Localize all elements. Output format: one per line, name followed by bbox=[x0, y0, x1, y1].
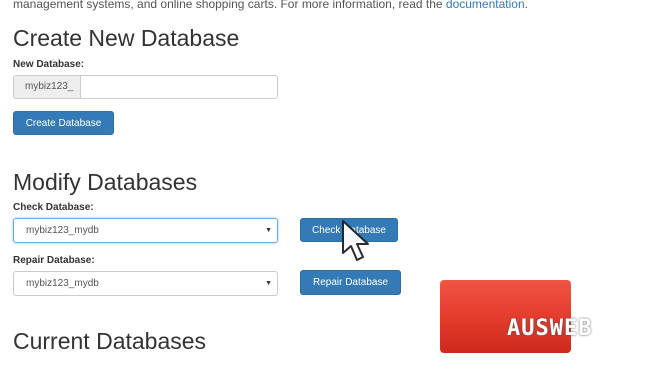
create-database-heading: Create New Database bbox=[13, 25, 240, 51]
intro-sentence: management systems, and online shopping … bbox=[13, 0, 446, 11]
repair-database-selected: mybiz123_mydb bbox=[26, 278, 99, 289]
ausweb-logo-text: AUSWEB bbox=[507, 316, 593, 341]
repair-database-label: Repair Database: bbox=[13, 255, 95, 266]
repair-database-select[interactable]: mybiz123_mydb ▼ bbox=[13, 271, 278, 296]
new-database-input[interactable] bbox=[81, 76, 277, 98]
check-database-label: Check Database: bbox=[13, 202, 94, 213]
database-prefix: mybiz123_ bbox=[14, 76, 82, 98]
intro-period: . bbox=[524, 0, 528, 11]
current-databases-heading: Current Databases bbox=[13, 328, 207, 354]
modify-databases-heading: Modify Databases bbox=[13, 169, 198, 195]
caret-down-icon: ▼ bbox=[265, 227, 272, 234]
intro-text: management systems, and online shopping … bbox=[13, 0, 528, 11]
documentation-link[interactable]: documentation bbox=[446, 0, 525, 11]
new-database-input-group: mybiz123_ bbox=[13, 75, 278, 99]
check-database-select[interactable]: mybiz123_mydb ▼ bbox=[13, 218, 278, 243]
check-database-selected: mybiz123_mydb bbox=[26, 225, 99, 236]
new-database-label: New Database: bbox=[13, 59, 85, 70]
repair-database-button[interactable]: Repair Database bbox=[300, 270, 401, 295]
caret-down-icon: ▼ bbox=[265, 280, 272, 287]
create-database-button[interactable]: Create Database bbox=[13, 111, 114, 135]
mouse-pointer-icon bbox=[342, 220, 369, 261]
